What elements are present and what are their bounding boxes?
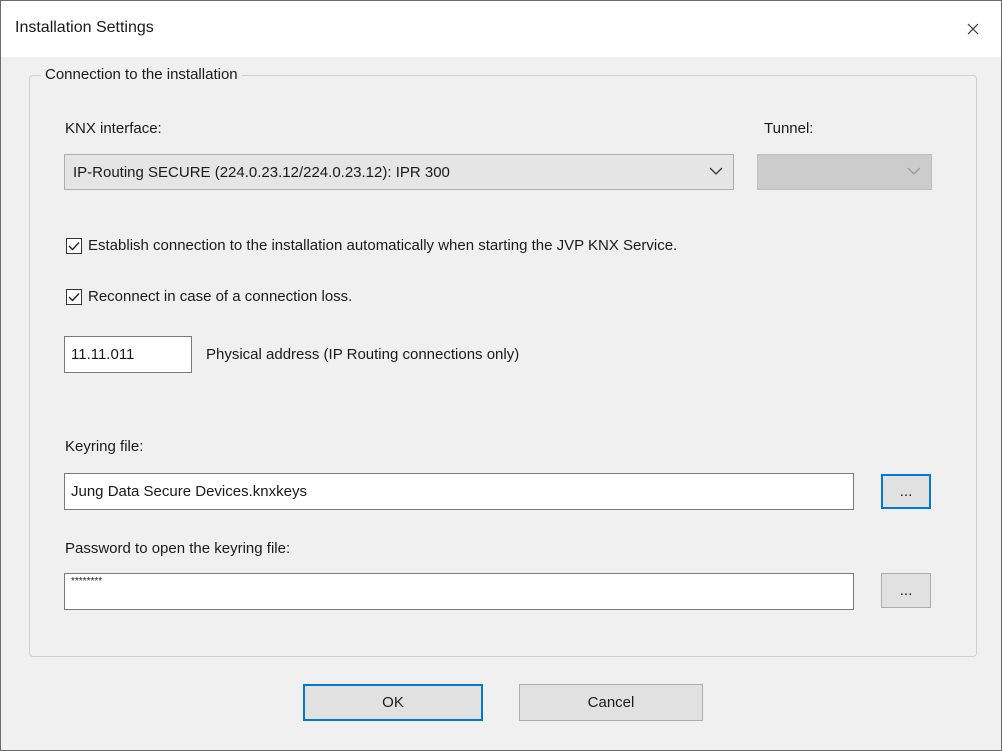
keyring-browse-button[interactable]: ... [881, 474, 931, 509]
knx-interface-label: KNX interface: [65, 120, 162, 137]
checkmark-icon [68, 292, 80, 302]
chevron-down-icon [907, 167, 921, 175]
tunnel-label: Tunnel: [764, 120, 814, 137]
password-value: ******** [71, 576, 103, 587]
knx-interface-selected: IP-Routing SECURE (224.0.23.12/224.0.23.… [73, 163, 450, 181]
auto-connect-label: Establish connection to the installation… [88, 237, 678, 254]
title-bar: Installation Settings [1, 1, 1001, 57]
ok-button[interactable]: OK [303, 684, 483, 721]
reconnect-checkbox[interactable] [66, 288, 82, 305]
password-label: Password to open the keyring file: [65, 540, 291, 557]
auto-connect-checkbox[interactable] [66, 237, 82, 254]
chevron-down-icon [709, 167, 723, 175]
keyring-file-label: Keyring file: [65, 438, 144, 455]
keyring-file-input[interactable]: Jung Data Secure Devices.knxkeys [64, 473, 854, 510]
close-icon [967, 23, 979, 35]
keyring-file-value: Jung Data Secure Devices.knxkeys [71, 483, 307, 500]
physical-address-label: Physical address (IP Routing connections… [206, 346, 520, 363]
auto-connect-checkbox-row[interactable]: Establish connection to the installation… [66, 237, 677, 254]
password-browse-button[interactable]: ... [881, 573, 931, 608]
knx-interface-dropdown[interactable]: IP-Routing SECURE (224.0.23.12/224.0.23.… [64, 154, 734, 190]
physical-address-input[interactable]: 11.11.011 [64, 336, 192, 373]
installation-settings-dialog: Installation Settings Connection to the … [0, 0, 1002, 751]
close-button[interactable] [945, 1, 1001, 57]
tunnel-dropdown[interactable] [757, 154, 932, 190]
dialog-title: Installation Settings [15, 19, 154, 36]
reconnect-checkbox-row[interactable]: Reconnect in case of a connection loss. [66, 288, 352, 305]
cancel-button[interactable]: Cancel [519, 684, 703, 721]
groupbox-title: Connection to the installation [41, 66, 242, 83]
checkmark-icon [68, 241, 80, 251]
reconnect-label: Reconnect in case of a connection loss. [88, 288, 353, 305]
physical-address-value: 11.11.011 [71, 346, 135, 363]
password-input[interactable]: ******** [64, 573, 854, 610]
